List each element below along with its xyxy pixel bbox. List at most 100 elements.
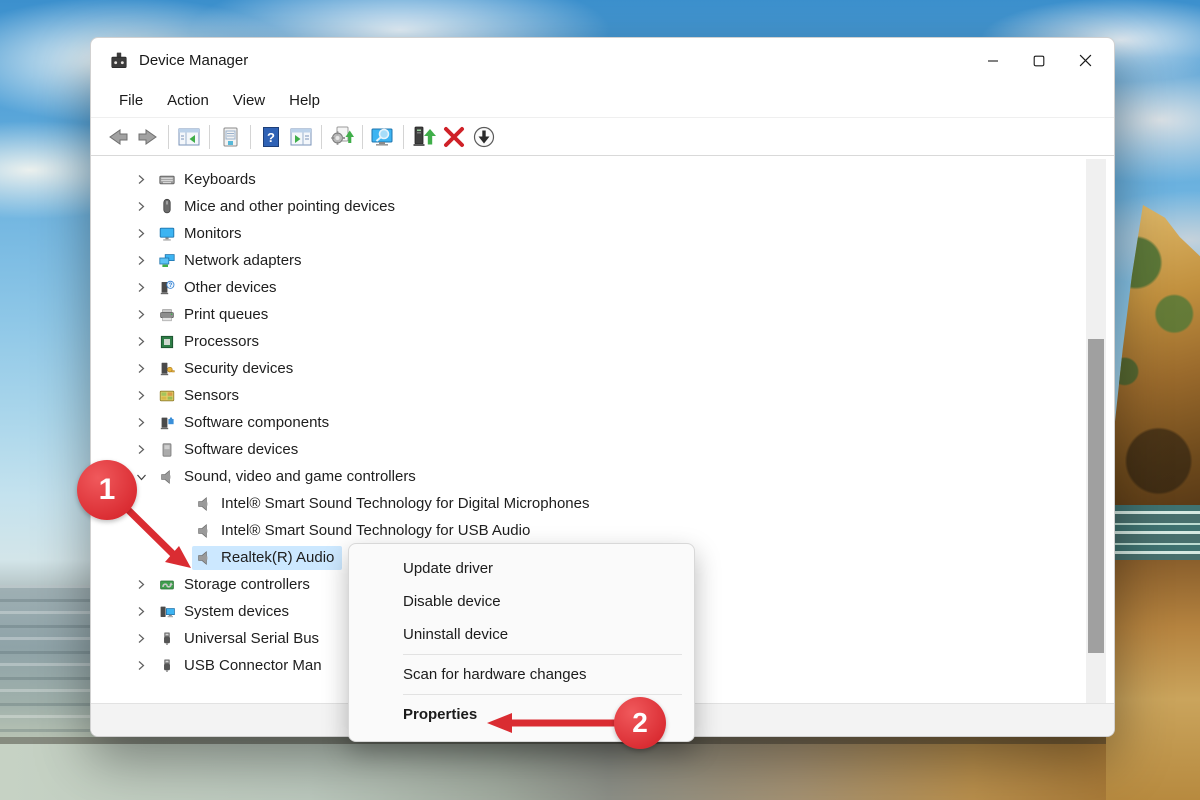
update-driver-icon[interactable] [409, 123, 439, 151]
tree-item-content[interactable]: Intel® Smart Sound Technology for Digita… [192, 492, 597, 516]
chevron-right-icon[interactable] [133, 226, 149, 242]
uninstall-device-icon[interactable] [439, 123, 469, 151]
tree-item-label: Intel® Smart Sound Technology for Digita… [221, 495, 589, 512]
menu-view[interactable]: View [221, 88, 277, 113]
chevron-right-icon[interactable] [133, 658, 149, 674]
tree-item-content[interactable]: Universal Serial Bus [155, 627, 327, 651]
chevron-right-icon[interactable] [133, 604, 149, 620]
tree-item-content[interactable]: Keyboards [155, 168, 264, 192]
chevron-right-icon[interactable] [133, 307, 149, 323]
tree-item-label: Print queues [184, 306, 268, 323]
tree-item-content[interactable]: Network adapters [155, 249, 310, 273]
usb-icon [157, 630, 177, 648]
wallpaper-cliff [1108, 205, 1200, 525]
maximize-button[interactable] [1016, 38, 1062, 83]
tree-item-label: USB Connector Man [184, 657, 322, 674]
tree-item-label: Universal Serial Bus [184, 630, 319, 647]
scrollbar-thumb[interactable] [1088, 339, 1104, 653]
step1-badge: 1 [77, 460, 137, 520]
tree-item-print-queues[interactable]: Print queues [91, 301, 1094, 328]
tree-item-content[interactable]: Intel® Smart Sound Technology for USB Au… [192, 519, 538, 543]
wallpaper-sea [0, 585, 94, 741]
chevron-right-icon[interactable] [133, 253, 149, 269]
tree-item-content[interactable]: Print queues [155, 303, 276, 327]
back-icon[interactable] [103, 123, 133, 151]
show-console-tree-icon[interactable] [174, 123, 204, 151]
close-button[interactable] [1062, 38, 1108, 83]
tree-item-intel-smart-sound-technology-for-digital-microphones[interactable]: Intel® Smart Sound Technology for Digita… [91, 490, 1094, 517]
menu-item-scan-hardware-changes[interactable]: Scan for hardware changes [349, 658, 694, 691]
tree-item-sound-video-and-game-controllers[interactable]: Sound, video and game controllers [91, 463, 1094, 490]
tree-item-label: Keyboards [184, 171, 256, 188]
tree-item-processors[interactable]: Processors [91, 328, 1094, 355]
tree-item-content[interactable]: Software components [155, 411, 337, 435]
usb-icon [157, 657, 177, 675]
tree-item-content[interactable]: Sensors [155, 384, 247, 408]
tree-item-content[interactable]: USB Connector Man [155, 654, 330, 678]
tree-item-software-devices[interactable]: Software devices [91, 436, 1094, 463]
menu-help[interactable]: Help [277, 88, 332, 113]
tree-item-content[interactable]: Mice and other pointing devices [155, 195, 403, 219]
printer-icon [157, 306, 177, 324]
chevron-right-icon[interactable] [133, 361, 149, 377]
wallpaper-sand [1106, 560, 1200, 800]
chevron-right-icon[interactable] [133, 199, 149, 215]
tree-item-label: Network adapters [184, 252, 302, 269]
forward-icon[interactable] [133, 123, 163, 151]
tree-item-other-devices[interactable]: ?Other devices [91, 274, 1094, 301]
tree-item-security-devices[interactable]: Security devices [91, 355, 1094, 382]
properties-page-icon[interactable] [215, 123, 245, 151]
tree-item-label: Mice and other pointing devices [184, 198, 395, 215]
chevron-right-icon[interactable] [133, 172, 149, 188]
chevron-right-icon[interactable] [133, 280, 149, 296]
tree-item-label: Sensors [184, 387, 239, 404]
system-icon [157, 603, 177, 621]
chevron-right-icon[interactable] [133, 415, 149, 431]
tree-item-keyboards[interactable]: Keyboards [91, 166, 1094, 193]
tree-item-label: Processors [184, 333, 259, 350]
chevron-right-icon[interactable] [133, 388, 149, 404]
menu-separator [403, 694, 682, 695]
chevron-right-icon[interactable] [133, 334, 149, 350]
tree-item-content[interactable]: Security devices [155, 357, 301, 381]
disable-device-icon[interactable] [469, 123, 499, 151]
menu-file[interactable]: File [107, 88, 155, 113]
tree-item-content[interactable]: Processors [155, 330, 267, 354]
tree-item-content[interactable]: Monitors [155, 222, 250, 246]
scan-hardware-changes-icon[interactable] [327, 123, 357, 151]
tree-item-label: Sound, video and game controllers [184, 468, 416, 485]
help-icon[interactable]: ? [256, 123, 286, 151]
menu-item-update-driver[interactable]: Update driver [349, 552, 694, 585]
menubar: File Action View Help [91, 83, 1114, 117]
menu-action[interactable]: Action [155, 88, 221, 113]
toolbar-separator [209, 125, 210, 149]
tree-item-software-components[interactable]: Software components [91, 409, 1094, 436]
wallpaper-beach [0, 737, 1106, 800]
tree-item-content[interactable]: ?Other devices [155, 276, 285, 300]
remote-search-icon[interactable] [368, 123, 398, 151]
software-component-icon [157, 414, 177, 432]
minimize-button[interactable] [970, 38, 1016, 83]
tree-item-content[interactable]: System devices [155, 600, 297, 624]
toolbar-separator [168, 125, 169, 149]
toolbar-separator [321, 125, 322, 149]
network-icon [157, 252, 177, 270]
menu-item-uninstall-device[interactable]: Uninstall device [349, 618, 694, 651]
svg-text:?: ? [267, 130, 275, 145]
vertical-scrollbar[interactable] [1086, 159, 1106, 705]
tree-item-mice-and-other-pointing-devices[interactable]: Mice and other pointing devices [91, 193, 1094, 220]
titlebar[interactable]: Device Manager [91, 38, 1114, 83]
tree-item-sensors[interactable]: Sensors [91, 382, 1094, 409]
monitor-icon [157, 225, 177, 243]
tree-item-label: System devices [184, 603, 289, 620]
toolbar-separator [250, 125, 251, 149]
chevron-right-icon[interactable] [133, 631, 149, 647]
tree-item-intel-smart-sound-technology-for-usb-audio[interactable]: Intel® Smart Sound Technology for USB Au… [91, 517, 1094, 544]
show-action-pane-icon[interactable] [286, 123, 316, 151]
tree-item-monitors[interactable]: Monitors [91, 220, 1094, 247]
tree-item-content[interactable]: Realtek(R) Audio [192, 546, 342, 570]
menu-item-disable-device[interactable]: Disable device [349, 585, 694, 618]
toolbar-separator [403, 125, 404, 149]
svg-text:?: ? [169, 283, 173, 289]
tree-item-network-adapters[interactable]: Network adapters [91, 247, 1094, 274]
